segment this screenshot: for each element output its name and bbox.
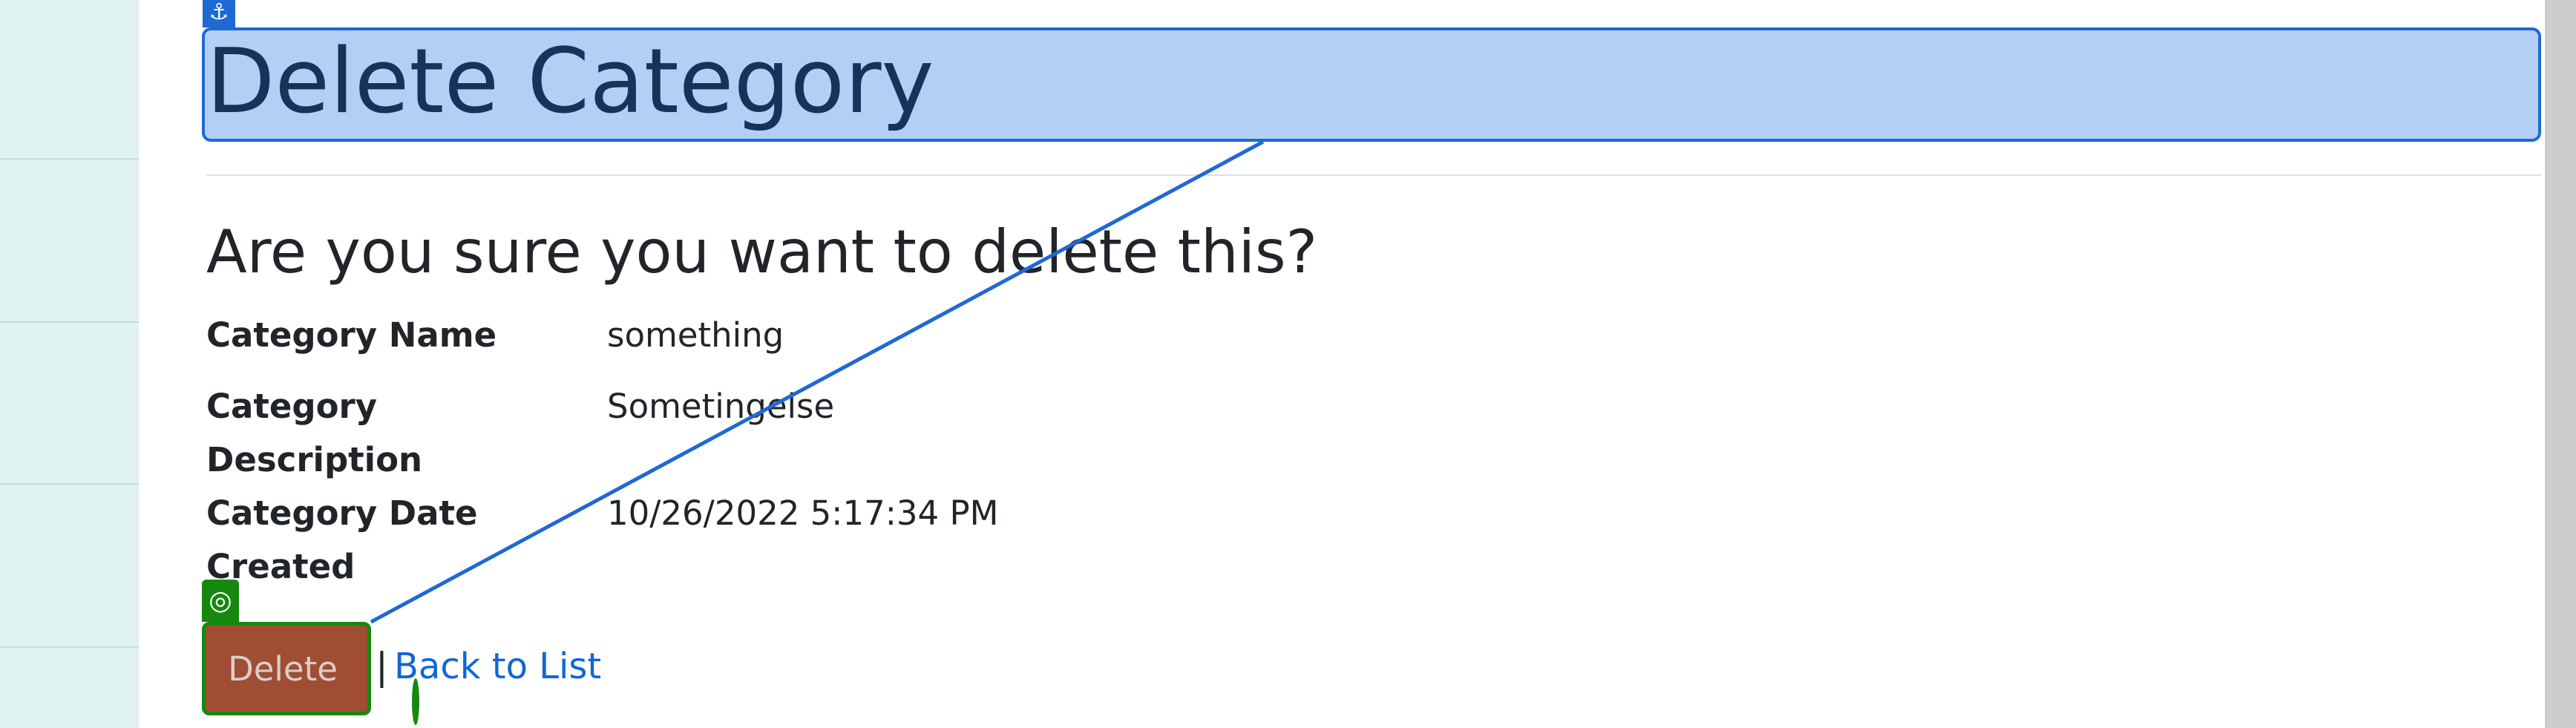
detail-label: Category Description xyxy=(206,387,423,479)
sidebar-divider xyxy=(0,321,139,323)
sidebar-divider xyxy=(0,158,139,160)
detail-value: something xyxy=(607,315,784,355)
separator: | xyxy=(376,645,388,688)
scrollbar-thumb[interactable] xyxy=(2545,0,2576,728)
detail-label: Category Name xyxy=(206,315,497,355)
delete-button[interactable]: Delete xyxy=(202,622,419,725)
sidebar xyxy=(0,0,139,728)
back-to-list-link[interactable]: Back to List xyxy=(394,640,601,693)
target-icon: ◎ xyxy=(202,580,239,622)
detail-value: Sometingelse xyxy=(607,387,835,426)
delete-button-label: Delete xyxy=(228,649,338,689)
divider xyxy=(206,174,2541,176)
page-title: Delete Category xyxy=(206,30,934,134)
main-content: ⚓ Delete Category Are you sure you want … xyxy=(202,0,2541,728)
detail-value: 10/26/2022 5:17:34 PM xyxy=(607,493,999,533)
sidebar-divider xyxy=(0,483,139,485)
scrollbar[interactable] xyxy=(2539,0,2576,728)
confirm-question: Are you sure you want to delete this? xyxy=(206,217,1318,286)
detail-label: Category Date Created xyxy=(206,493,478,586)
anchor-icon: ⚓ xyxy=(203,0,235,27)
sidebar-divider xyxy=(0,646,139,648)
